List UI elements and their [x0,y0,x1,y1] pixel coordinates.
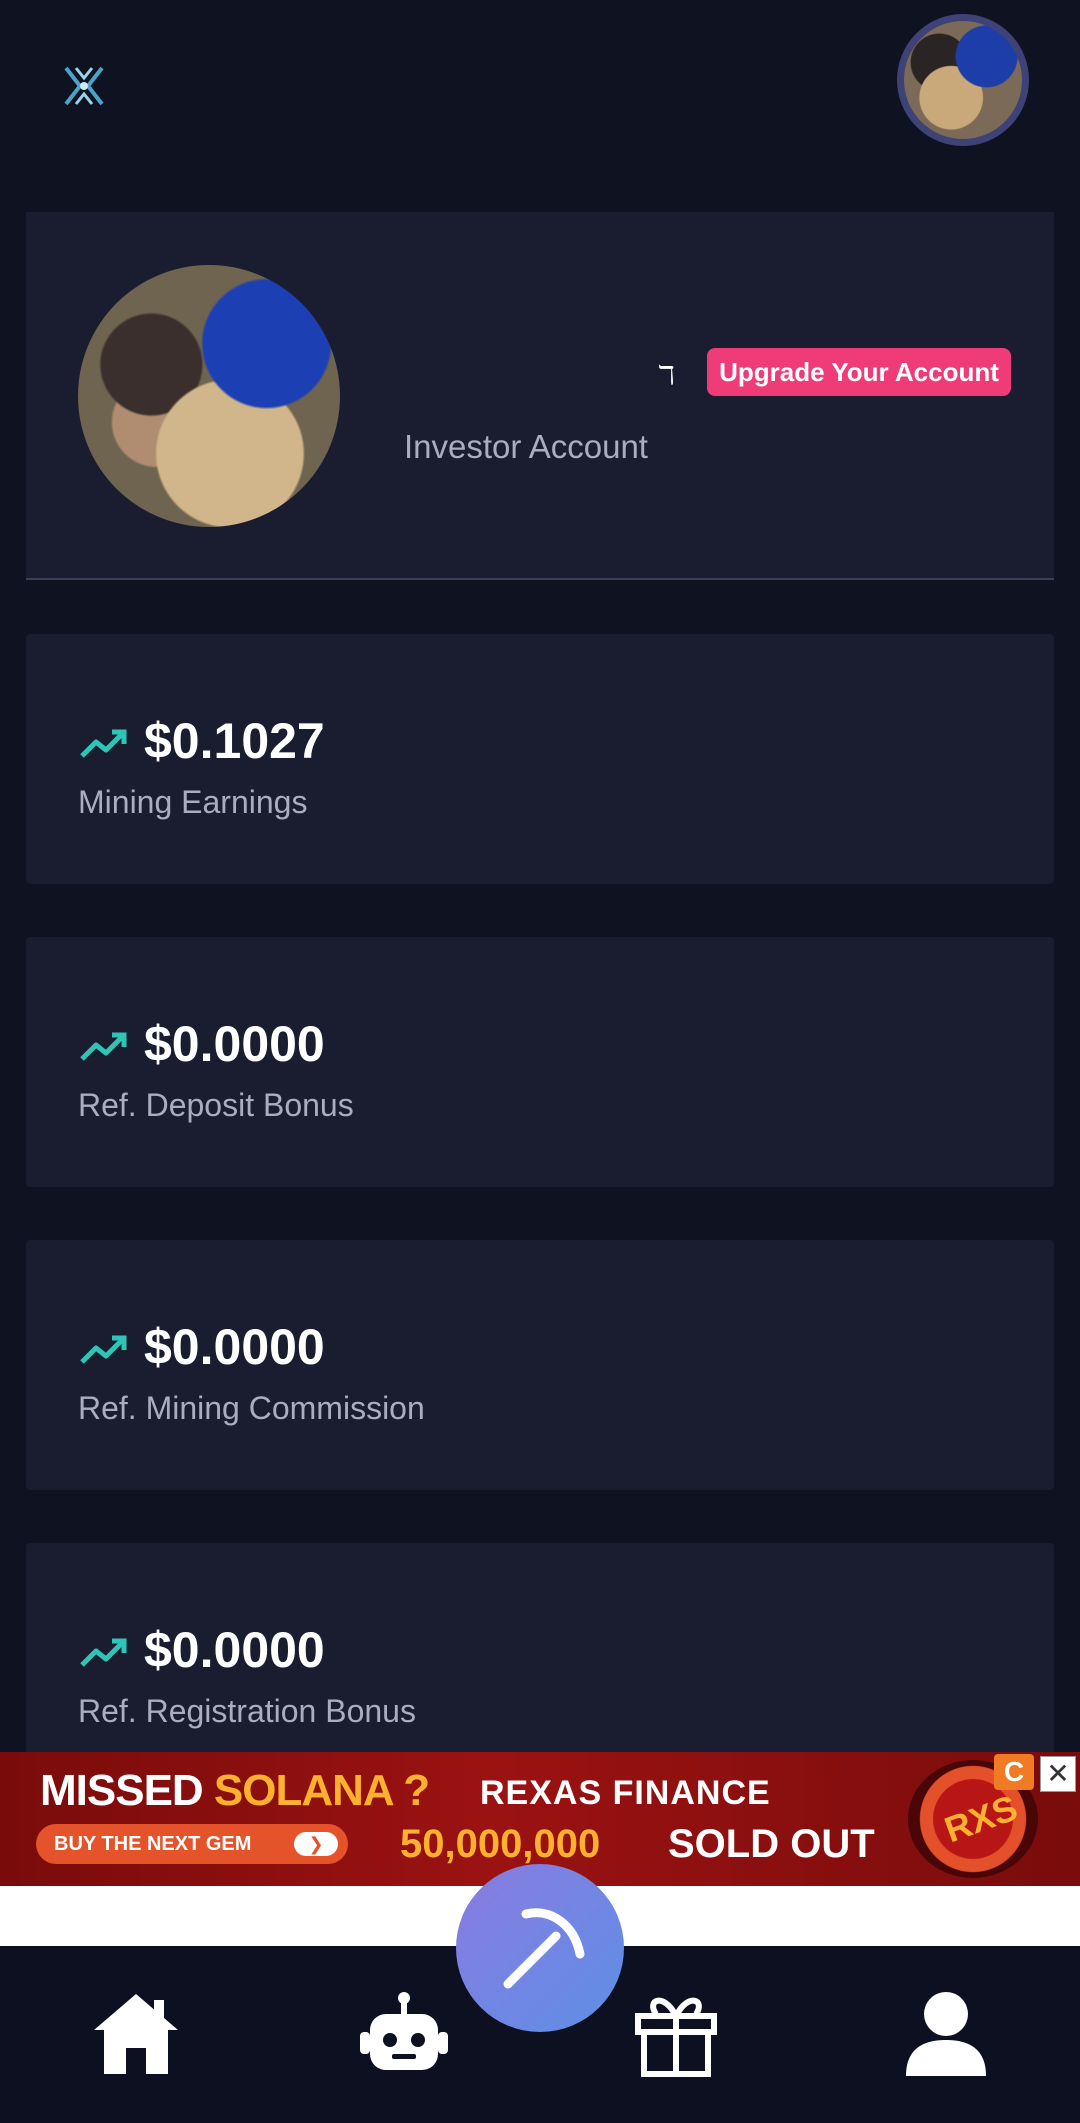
x-logo-icon[interactable] [60,62,108,110]
stat-label: Ref. Registration Bonus [78,1693,416,1729]
trending-up-icon [80,1032,127,1061]
stat-label: Ref. Deposit Bonus [78,1087,354,1123]
user-name: ℸ [658,360,675,390]
home-icon[interactable] [88,1986,184,2082]
mine-button[interactable] [456,1864,624,2032]
trending-up-icon [80,1335,127,1364]
robot-icon[interactable] [356,1986,452,2082]
close-icon[interactable]: ✕ [1040,1756,1076,1792]
stat-card-mining-earnings: $0.1027 Mining Earnings [26,634,1054,884]
ad-brand: REXAS FINANCE [480,1774,771,1812]
profile-card: ℸ Upgrade Your Account Investor Account [26,212,1054,580]
profile-avatar [78,265,340,527]
stat-card-ref-deposit-bonus: $0.0000 Ref. Deposit Bonus [26,937,1054,1187]
trending-up-icon [80,729,127,758]
avatar[interactable] [897,14,1029,146]
trending-up-icon [80,1638,127,1667]
top-bar [0,0,1080,170]
upgrade-account-button[interactable]: Upgrade Your Account [707,348,1011,396]
stat-label: Mining Earnings [78,784,308,820]
stat-value: $0.1027 [144,713,325,769]
stat-value: $0.0000 [144,1319,325,1375]
ad-cta-button[interactable]: BUY THE NEXT GEM ❯ [36,1824,348,1864]
pickaxe-icon [503,1908,585,1989]
ad-amount: 50,000,000 [400,1822,601,1866]
chevron-right-icon: ❯ [294,1832,338,1856]
stat-value: $0.0000 [144,1016,325,1072]
ad-choice-badge[interactable]: C [994,1754,1034,1790]
stat-value: $0.0000 [144,1622,325,1678]
ad-sold-out: SOLD OUT [668,1822,875,1866]
stat-label: Ref. Mining Commission [78,1390,425,1426]
gift-icon[interactable] [628,1986,724,2082]
user-icon[interactable] [898,1986,994,2082]
ad-headline: MISSED SOLANA ? [40,1766,430,1815]
stat-card-ref-mining-commission: $0.0000 Ref. Mining Commission [26,1240,1054,1490]
account-type: Investor Account [404,428,648,465]
